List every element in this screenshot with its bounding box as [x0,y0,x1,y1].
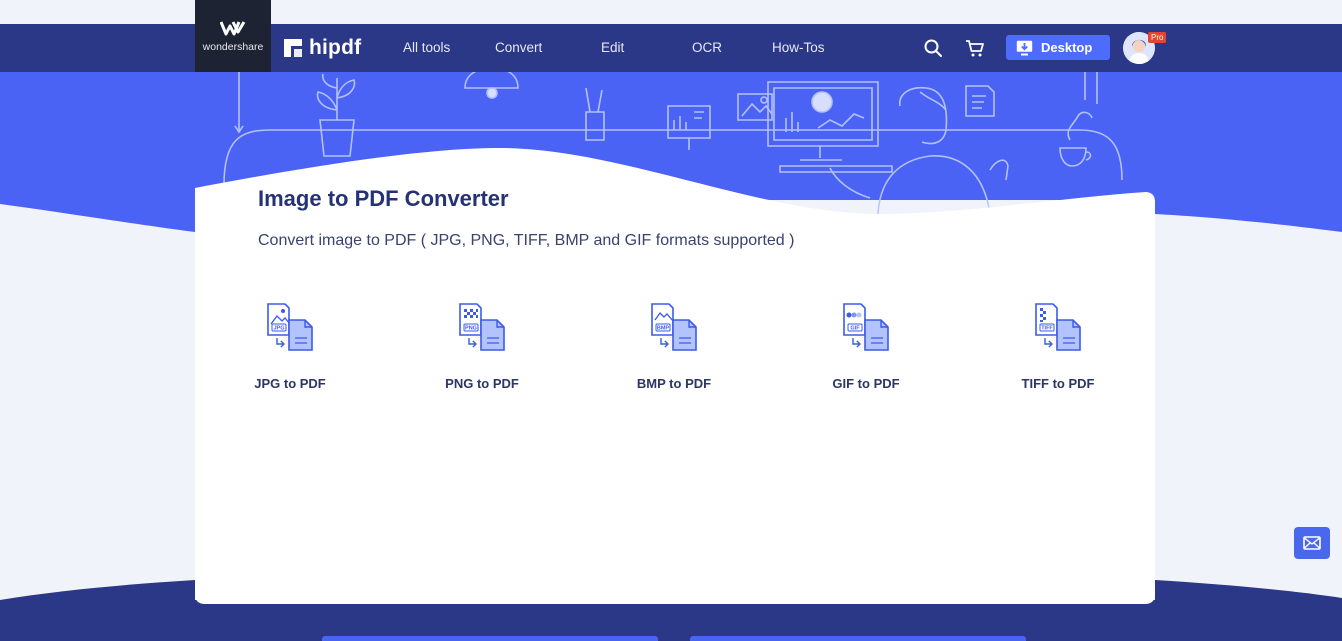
jpg-to-pdf-icon: JPG [267,303,313,351]
tool-gif-to-pdf[interactable]: GIF GIF to PDF [806,302,926,391]
feedback-mail-button[interactable] [1294,527,1330,559]
svg-text:PNG: PNG [465,326,477,332]
nav-edit[interactable]: Edit [601,40,624,55]
hipdf-wordmark: hipdf [309,36,362,59]
png-to-pdf-icon: PNG [459,303,505,351]
svg-text:TIFF: TIFF [1041,326,1053,332]
tool-png-to-pdf[interactable]: PNG PNG to PDF [422,302,542,391]
desktop-button-label: Desktop [1041,40,1093,55]
tool-label: GIF to PDF [832,376,900,391]
tool-bmp-to-pdf[interactable]: BMP BMP to PDF [614,302,734,391]
wondershare-mark-icon [220,20,246,35]
desktop-download-icon [1016,40,1033,55]
pro-badge: Pro [1148,32,1167,43]
svg-text:JPG: JPG [273,326,284,332]
hipdf-glyph-icon [284,39,302,57]
page-subtitle: Convert image to PDF ( JPG, PNG, TIFF, B… [258,232,795,249]
wondershare-wordmark: wondershare [202,40,264,53]
nav-all-tools[interactable]: All tools [403,40,450,55]
tool-label: PNG to PDF [445,376,519,391]
search-icon[interactable] [923,38,943,58]
tool-tiff-to-pdf[interactable]: TIFF TIFF to PDF [998,302,1118,391]
gif-to-pdf-icon: GIF [843,303,889,351]
cart-icon[interactable] [965,38,985,58]
page-title: Image to PDF Converter [258,186,509,211]
svg-text:BMP: BMP [657,326,670,332]
tool-jpg-to-pdf[interactable]: JPG JPG to PDF [230,302,350,391]
tool-label: TIFF to PDF [1021,376,1095,391]
hipdf-logo[interactable]: hipdf [284,36,361,60]
mail-icon [1303,536,1321,550]
bmp-to-pdf-icon: BMP [651,303,697,351]
svg-text:GIF: GIF [850,326,860,332]
nav-convert[interactable]: Convert [495,40,542,55]
wondershare-logo[interactable]: wondershare [195,0,271,72]
desktop-download-button[interactable]: Desktop [1006,35,1110,60]
tool-label: BMP to PDF [636,376,712,391]
nav-how-tos[interactable]: How-Tos [772,40,825,55]
tool-label: JPG to PDF [254,376,326,391]
tiff-to-pdf-icon: TIFF [1035,303,1081,351]
nav-ocr[interactable]: OCR [692,40,722,55]
